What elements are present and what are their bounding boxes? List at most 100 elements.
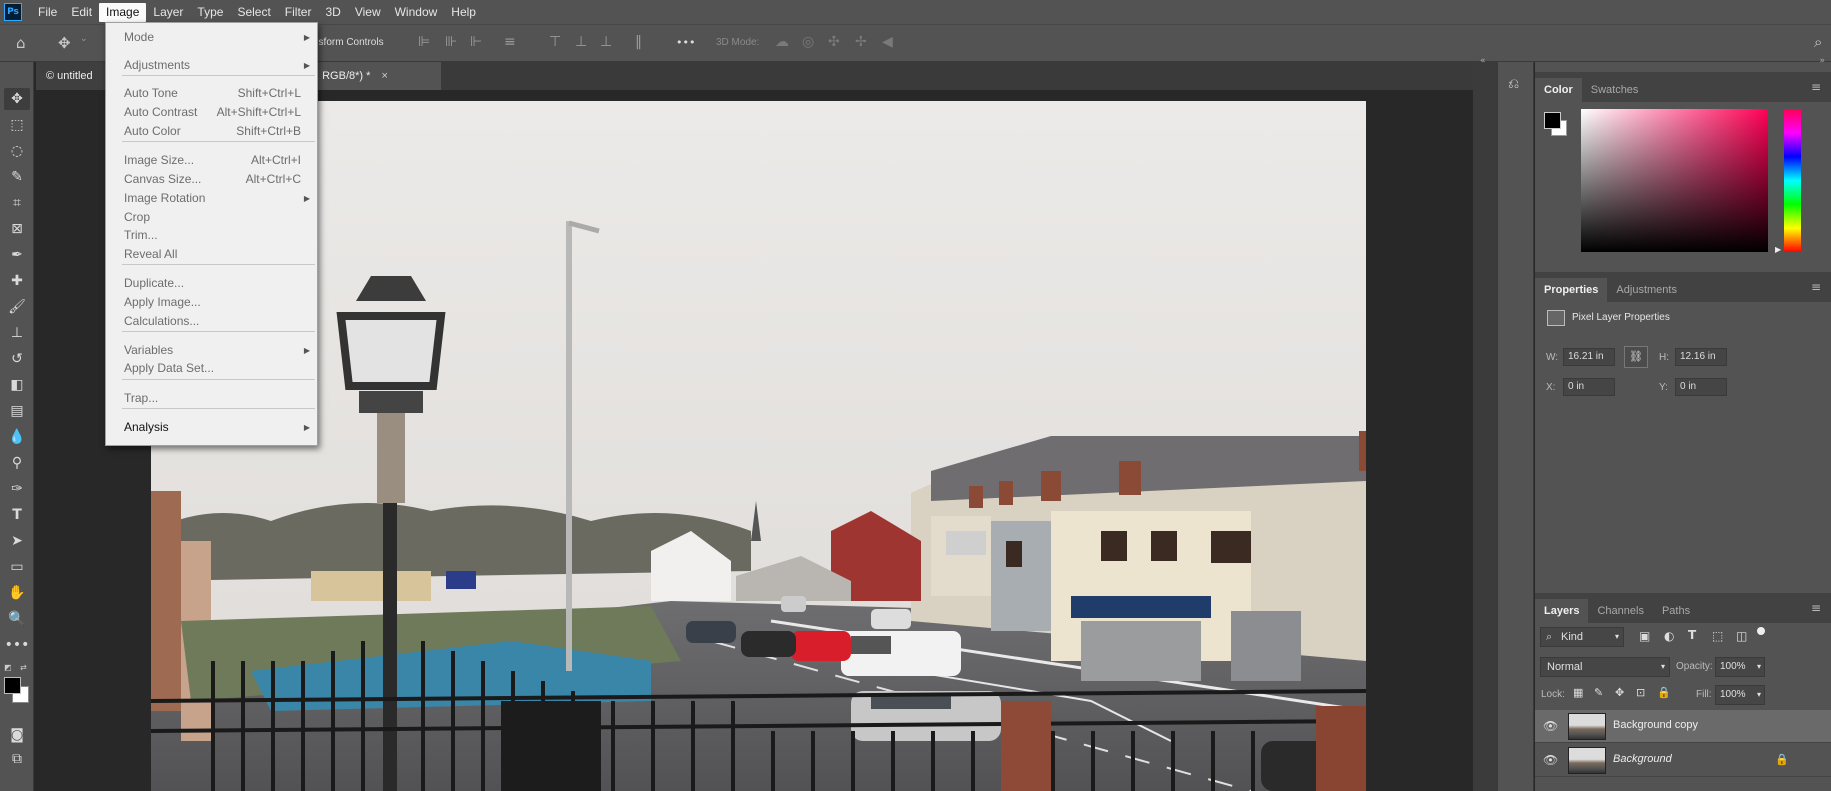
- tab-adjustments[interactable]: Adjustments: [1607, 278, 1686, 302]
- more-options-icon[interactable]: •••: [676, 36, 695, 49]
- height-field[interactable]: 12.16 in: [1675, 348, 1727, 366]
- menu-item-apply-data-set[interactable]: Apply Data Set...: [106, 359, 317, 378]
- menu-item-duplicate[interactable]: Duplicate...: [106, 274, 317, 293]
- layer-row-background[interactable]: 👁 Background 🔒: [1535, 744, 1831, 777]
- tab-swatches[interactable]: Swatches: [1582, 78, 1648, 102]
- lock-position-icon[interactable]: ✥: [1615, 686, 1624, 699]
- photoshop-logo[interactable]: Ps: [4, 3, 22, 21]
- distribute-vertical-icon[interactable]: ‖: [635, 34, 642, 50]
- menu-item-mode[interactable]: Mode ▶: [106, 28, 317, 47]
- zoom-tool-icon[interactable]: 🔍: [4, 608, 30, 630]
- panel-menu-icon[interactable]: ≡: [1811, 80, 1821, 94]
- search-icon[interactable]: ⌕: [1814, 34, 1822, 50]
- filter-smart-object-icon[interactable]: ◫: [1736, 629, 1747, 643]
- crop-tool-icon[interactable]: ⌗: [4, 192, 30, 214]
- gradient-tool-icon[interactable]: ▤: [4, 400, 30, 422]
- default-colors-icon[interactable]: ◩: [4, 663, 12, 672]
- menu-item-analysis[interactable]: Analysis ▶: [106, 418, 317, 437]
- align-top-icon[interactable]: ⊤: [549, 34, 561, 50]
- align-center-icon[interactable]: ⊪: [445, 34, 457, 50]
- quick-select-tool-icon[interactable]: ✎: [4, 166, 30, 188]
- menu-window[interactable]: Window: [388, 0, 445, 24]
- layer-filter-kind[interactable]: ⌕ Kind ▾: [1540, 627, 1624, 647]
- tab-channels[interactable]: Channels: [1588, 599, 1652, 623]
- visibility-eye-icon[interactable]: 👁: [1543, 719, 1558, 733]
- marquee-tool-icon[interactable]: ⬚: [4, 114, 30, 136]
- filter-pixel-icon[interactable]: ▣: [1639, 629, 1650, 643]
- color-field[interactable]: [1581, 109, 1768, 252]
- menu-item-adjustments[interactable]: Adjustments ▶: [106, 56, 317, 75]
- filter-toggle-icon[interactable]: [1757, 627, 1765, 635]
- filter-shape-icon[interactable]: ⬚: [1712, 629, 1723, 643]
- menu-3d[interactable]: 3D: [318, 0, 347, 24]
- menu-item-apply-image[interactable]: Apply Image...: [106, 293, 317, 312]
- tab-paths[interactable]: Paths: [1653, 599, 1699, 623]
- menu-file[interactable]: File: [31, 0, 64, 24]
- menu-filter[interactable]: Filter: [278, 0, 319, 24]
- menu-item-auto-contrast[interactable]: Auto Contrast Alt+Shift+Ctrl+L: [106, 103, 317, 122]
- rectangle-tool-icon[interactable]: ▭: [4, 556, 30, 578]
- hand-tool-icon[interactable]: ✋: [4, 582, 30, 604]
- foreground-color-swatch[interactable]: [4, 677, 21, 694]
- panel-menu-icon[interactable]: ≡: [1811, 601, 1821, 615]
- menu-view[interactable]: View: [348, 0, 388, 24]
- move-tool-icon[interactable]: ✥: [58, 35, 71, 51]
- y-field[interactable]: 0 in: [1675, 378, 1727, 396]
- distribute-icon[interactable]: ≡: [504, 34, 516, 50]
- visibility-eye-icon[interactable]: 👁: [1543, 753, 1558, 767]
- lasso-tool-icon[interactable]: ◌: [4, 140, 30, 162]
- link-icon[interactable]: ⛓: [1624, 346, 1648, 368]
- menu-type[interactable]: Type: [190, 0, 230, 24]
- menu-edit[interactable]: Edit: [64, 0, 99, 24]
- menu-item-trap[interactable]: Trap...: [106, 389, 317, 408]
- fg-bg-color-chips[interactable]: [1544, 112, 1570, 138]
- align-left-icon[interactable]: ⊫: [418, 34, 430, 50]
- healing-brush-tool-icon[interactable]: ✚: [4, 270, 30, 292]
- opacity-field[interactable]: 100% ▾: [1715, 657, 1765, 677]
- menu-layer[interactable]: Layer: [146, 0, 190, 24]
- panel-menu-icon[interactable]: ≡: [1811, 280, 1821, 294]
- foreground-color-chip[interactable]: [1544, 112, 1561, 129]
- menu-image[interactable]: Image: [99, 2, 147, 22]
- hue-slider-marker-icon[interactable]: ▶: [1775, 245, 1781, 254]
- filter-adjustment-icon[interactable]: ◐: [1664, 629, 1674, 643]
- eraser-tool-icon[interactable]: ◧: [4, 374, 30, 396]
- layer-name[interactable]: Background copy: [1613, 719, 1698, 731]
- menu-item-image-rotation[interactable]: Image Rotation ▶: [106, 189, 317, 208]
- lock-transparent-icon[interactable]: ▦: [1573, 686, 1583, 699]
- menu-item-canvas-size[interactable]: Canvas Size... Alt+Ctrl+C: [106, 170, 317, 189]
- path-select-tool-icon[interactable]: ➤: [4, 530, 30, 552]
- tab-untitled[interactable]: © untitled: [36, 62, 106, 90]
- filter-type-icon[interactable]: T: [1688, 628, 1696, 642]
- swap-colors-icon[interactable]: ⇄: [20, 663, 27, 672]
- align-middle-icon[interactable]: ⊥: [575, 34, 587, 50]
- chevron-down-icon[interactable]: ⌄: [80, 34, 88, 44]
- move-tool-icon[interactable]: ✥: [4, 88, 30, 110]
- menu-item-crop[interactable]: Crop: [106, 208, 317, 227]
- tab-color[interactable]: Color: [1535, 78, 1582, 102]
- type-tool-icon[interactable]: T: [4, 504, 30, 526]
- menu-item-auto-tone[interactable]: Auto Tone Shift+Ctrl+L: [106, 84, 317, 103]
- menu-help[interactable]: Help: [444, 0, 483, 24]
- menu-item-auto-color[interactable]: Auto Color Shift+Ctrl+B: [106, 122, 317, 141]
- menu-item-variables[interactable]: Variables ▶: [106, 341, 317, 360]
- x-field[interactable]: 0 in: [1563, 378, 1615, 396]
- width-field[interactable]: 16.21 in: [1563, 348, 1615, 366]
- edit-toolbar-icon[interactable]: •••: [4, 634, 30, 656]
- quick-mask-icon[interactable]: ◙: [4, 724, 30, 746]
- fill-field[interactable]: 100% ▾: [1715, 685, 1765, 705]
- close-icon[interactable]: ×: [381, 70, 387, 82]
- clone-stamp-tool-icon[interactable]: ⊥: [4, 322, 30, 344]
- history-panel-icon[interactable]: ⎌: [1508, 76, 1519, 92]
- menu-item-image-size[interactable]: Image Size... Alt+Ctrl+I: [106, 151, 317, 170]
- expand-arrows-icon[interactable]: »: [1819, 56, 1825, 66]
- collapse-arrows-icon[interactable]: «: [1480, 56, 1486, 66]
- blend-mode-select[interactable]: Normal ▾: [1540, 657, 1670, 677]
- align-bottom-icon[interactable]: ⊥: [600, 34, 612, 50]
- home-icon[interactable]: ⌂: [16, 35, 26, 51]
- menu-item-reveal-all[interactable]: Reveal All: [106, 245, 317, 264]
- document-image[interactable]: [151, 101, 1366, 791]
- brush-tool-icon[interactable]: 🖌: [4, 296, 30, 318]
- show-transform-controls-label[interactable]: nsform Controls: [313, 37, 384, 48]
- lock-image-icon[interactable]: ✎: [1594, 686, 1603, 699]
